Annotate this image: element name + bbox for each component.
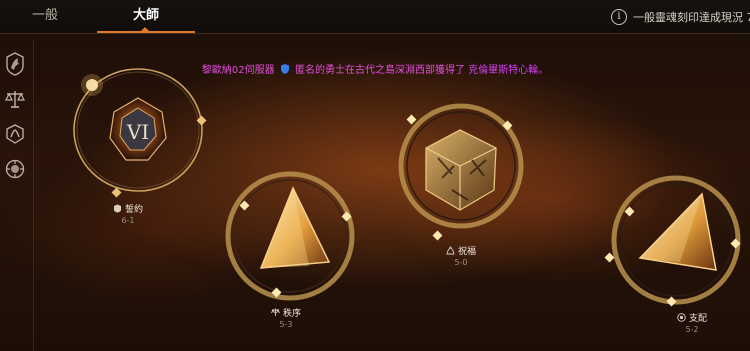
blessing-relic-art: [398, 103, 524, 241]
oath-relic-art: VI: [73, 68, 207, 198]
sidebar-item-hands[interactable]: [2, 120, 28, 148]
relic-oath-name: 誓約: [124, 205, 143, 215]
relic-oath[interactable]: VI: [70, 68, 210, 198]
relic-order[interactable]: [225, 171, 365, 302]
sidebar-divider: [33, 40, 34, 351]
relic-dominion[interactable]: [598, 172, 750, 312]
relic-order-label: 秩序 5-3: [269, 306, 303, 329]
info-icon[interactable]: i: [611, 9, 627, 25]
shield-icon: [280, 64, 289, 74]
relic-oath-label: 誓約 6-1: [111, 202, 145, 225]
lion-emblem-icon: [5, 159, 25, 179]
relic-order-level: 5-3: [279, 320, 293, 329]
oath-icon: [113, 204, 121, 213]
announcement-server: 黎歐納02伺服器: [201, 65, 275, 76]
announcement-message: 匿名的勇士在古代之島深淵西部獲得了: [294, 65, 465, 76]
relic-dominion-level: 5-2: [685, 325, 699, 334]
dominion-relic-art: [604, 175, 741, 307]
relic-blessing-label: 祝福 5-0: [444, 244, 478, 267]
hands-emblem-icon: [6, 124, 24, 144]
scales-emblem-icon: [5, 91, 25, 108]
order-relic-art: [225, 171, 355, 301]
tab-master[interactable]: 大師: [97, 0, 195, 33]
active-tab-indicator: [141, 27, 149, 31]
blessing-icon: [446, 246, 455, 255]
relic-blessing-level: 5-0: [454, 258, 468, 267]
achievement-status-text: 一般靈魂刻印達成現況 7/10: [633, 11, 750, 24]
sidebar-item-lion[interactable]: [2, 155, 28, 183]
svg-text:VI: VI: [126, 120, 149, 144]
tab-normal[interactable]: 一般: [10, 0, 80, 33]
relic-order-name: 秩序: [282, 309, 301, 319]
sidebar-item-scales[interactable]: [2, 85, 28, 113]
scales-icon: [271, 308, 280, 316]
dominion-icon: [677, 313, 686, 322]
relic-blessing[interactable]: [398, 103, 538, 241]
achievement-status[interactable]: i 一般靈魂刻印達成現況 7/10: [611, 8, 750, 26]
tab-master-label: 大師: [132, 8, 159, 23]
relic-dominion-name: 支配: [688, 314, 707, 324]
top-bar: 一般 大師 i 一般靈魂刻印達成現況 7/10: [0, 0, 750, 34]
announcement-item: 克倫畢斯特心輪。: [468, 65, 549, 76]
relic-blessing-name: 祝福: [457, 247, 476, 257]
relic-oath-level: 6-1: [121, 216, 135, 225]
relic-dominion-label: 支配 5-2: [675, 311, 709, 334]
